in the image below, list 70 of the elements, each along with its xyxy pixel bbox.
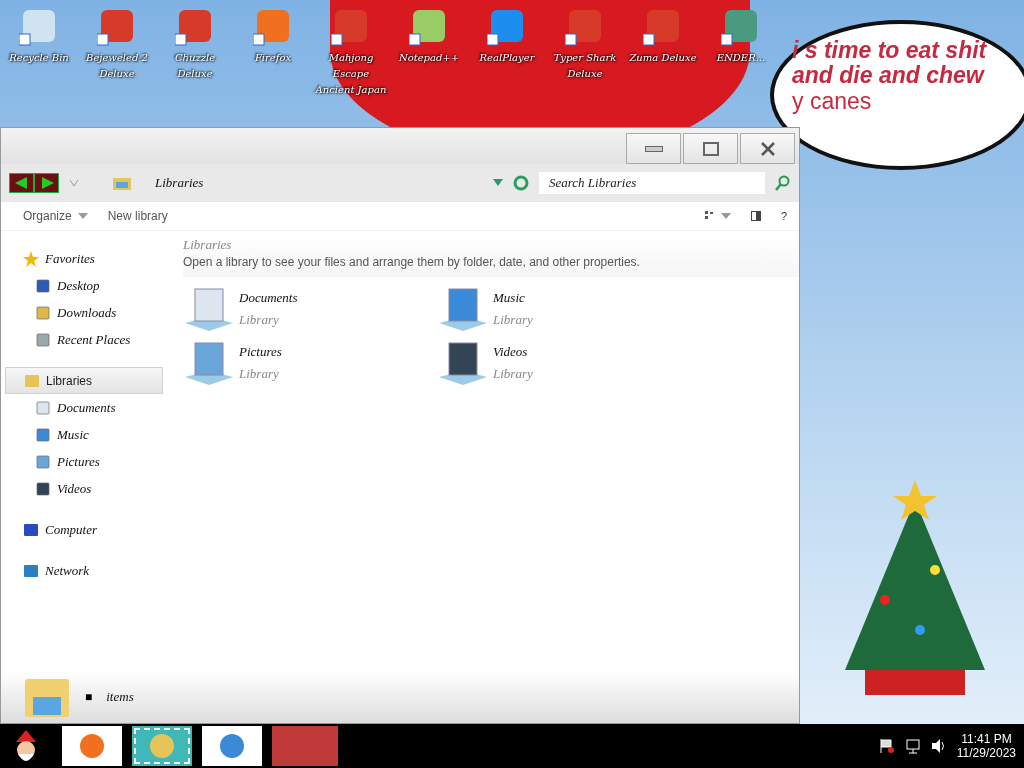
icon-label: Firefox	[254, 51, 292, 65]
sidebar-item[interactable]: Documents	[1, 394, 163, 421]
close-icon	[759, 140, 776, 157]
network-icon[interactable]	[904, 738, 921, 754]
taskbar-button[interactable]	[202, 726, 262, 766]
icon-label: Notepad++	[398, 51, 460, 65]
folder-icon	[113, 176, 131, 190]
sidebar-icon	[24, 372, 40, 389]
sidebar-icon	[35, 277, 51, 294]
library-item[interactable]: Videos Library	[437, 339, 691, 387]
sidebar-icon	[23, 521, 39, 538]
app-icon	[78, 732, 106, 760]
back-button[interactable]	[9, 173, 34, 193]
item-count: ■	[85, 690, 93, 704]
library-item[interactable]: Documents Library	[183, 285, 437, 333]
sidebar-icon	[35, 453, 51, 470]
refresh-icon[interactable]	[513, 175, 529, 191]
note-text: y canes	[792, 88, 873, 114]
address-bar[interactable]: Libraries	[89, 170, 483, 196]
sidebar-icon	[23, 250, 39, 267]
sidebar-icon	[35, 331, 51, 348]
maximize-button[interactable]	[683, 133, 738, 164]
note-text: and die and chew	[792, 63, 986, 89]
sidebar-icon	[35, 426, 51, 443]
icon-label: Typer Shark Deluxe	[552, 51, 618, 81]
status-text: items	[106, 689, 134, 705]
clock[interactable]: 11:41 PM 11/29/2023	[956, 732, 1016, 760]
icon-label: Zuma Deluxe	[629, 51, 697, 65]
sidebar-item[interactable]: Desktop	[1, 272, 163, 299]
sidebar-icon	[35, 399, 51, 416]
sidebar-item[interactable]: Favorites	[1, 245, 163, 272]
sidebar-icon	[35, 304, 51, 321]
sidebar-item[interactable]: Recent Places	[1, 326, 163, 353]
sidebar-icon	[35, 480, 51, 497]
sidebar-item[interactable]: Libraries	[5, 367, 163, 394]
forward-button[interactable]	[34, 173, 59, 193]
description-text: Open a library to see your files and arrange them by folder, date, and other properties.	[183, 255, 641, 269]
app-icon	[148, 732, 176, 760]
icon-label: Recycle Bin	[9, 51, 69, 65]
toolbar-button[interactable]: Organize	[23, 209, 88, 223]
sidebar-item[interactable]: Computer	[1, 516, 163, 543]
help-button[interactable]: ?	[780, 210, 787, 222]
icon-label: RealPlayer	[479, 51, 535, 65]
flag-icon[interactable]	[878, 738, 895, 754]
volume-icon[interactable]	[930, 738, 947, 754]
search-input[interactable]: Search Libraries	[547, 174, 757, 192]
view-options-icon[interactable]	[704, 211, 731, 221]
icon-label: Chuzzle Deluxe	[173, 51, 217, 81]
sidebar-item[interactable]: Network	[1, 557, 163, 584]
sidebar-item[interactable]: Music	[1, 421, 163, 448]
note-text: i s time to eat shit	[792, 38, 988, 64]
forward-arrow-icon	[39, 177, 54, 189]
taskbar-button[interactable]	[62, 726, 122, 766]
sidebar-item[interactable]: Pictures	[1, 448, 163, 475]
preview-pane-icon[interactable]	[750, 211, 761, 221]
icon-label: Bejeweled 2 Deluxe	[85, 51, 149, 81]
dropdown-caret-icon[interactable]	[493, 179, 503, 187]
close-button[interactable]	[740, 133, 795, 164]
back-arrow-icon	[14, 177, 29, 189]
sidebar-item[interactable]: Downloads	[1, 299, 163, 326]
search-icon[interactable]	[775, 175, 791, 191]
sidebar-icon	[23, 562, 39, 579]
library-item[interactable]: Pictures Library	[183, 339, 437, 387]
search-field[interactable]: Search Libraries	[539, 172, 765, 194]
sidebar-item[interactable]: Videos	[1, 475, 163, 502]
toolbar-button[interactable]: New library	[107, 209, 168, 223]
app-icon	[218, 732, 246, 760]
section-title: Libraries	[183, 237, 233, 253]
minimize-button[interactable]	[626, 133, 681, 164]
library-item[interactable]: Music Library	[437, 285, 691, 333]
